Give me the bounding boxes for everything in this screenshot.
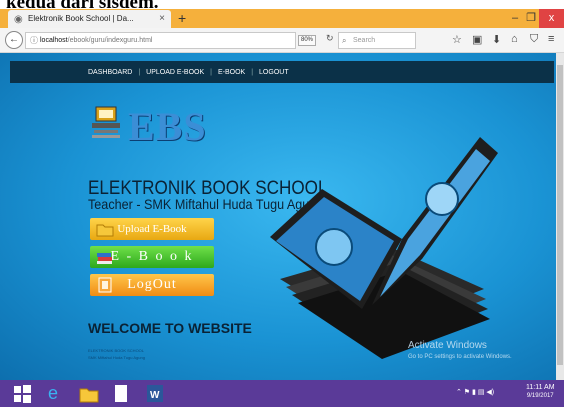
nav-link-dashboard[interactable]: DASHBOARD: [88, 69, 132, 76]
logout-icon: [98, 277, 112, 293]
back-button[interactable]: ←: [5, 31, 23, 49]
home-icon[interactable]: ⌂: [511, 33, 518, 45]
word-icon[interactable]: W: [144, 383, 166, 404]
star-icon[interactable]: ☆: [452, 33, 462, 46]
laptop-logo-icon: [92, 106, 120, 138]
clipboard-icon[interactable]: ▣: [472, 33, 482, 46]
search-input[interactable]: ⌕ Search: [338, 32, 416, 49]
explorer-icon[interactable]: [78, 383, 100, 404]
ebook-label: E - B o o k: [110, 249, 194, 264]
clock-date: 9/19/2017: [526, 393, 554, 399]
reload-icon[interactable]: ↻: [326, 33, 334, 44]
nav-separator: |: [210, 68, 212, 76]
footnote-line-1: ELEKTRONIK BOOK SCHOOL: [88, 348, 145, 353]
tab-title: Elektronik Book School | Da...: [28, 14, 134, 23]
menu-icon[interactable]: ≡: [548, 33, 554, 45]
info-icon[interactable]: ⓘ: [30, 33, 38, 48]
download-icon[interactable]: ⬇: [492, 33, 501, 46]
nav-link-logout[interactable]: LOGOUT: [259, 69, 289, 76]
pocket-icon[interactable]: ⛉: [530, 33, 538, 46]
page-content: DASHBOARD | UPLOAD E-BOOK | E-BOOK | LOGOUT EB…: [0, 53, 556, 380]
url-text: localhost/ebook/guru/indexguru.html: [40, 37, 153, 44]
nav-separator: |: [138, 68, 141, 76]
activate-windows-watermark: Activate Windows Go to PC settings to ac…: [408, 340, 512, 360]
new-tab-button[interactable]: +: [178, 10, 186, 26]
ebook-tablet-illustration: [270, 137, 498, 359]
windows-taskbar: e W ⌃ ⚑ ▮ ▤ ◀) 11:11 AM 9/19/2017: [0, 380, 564, 407]
watermark-line-1: Activate Windows: [408, 340, 487, 351]
upload-ebook-label: Upload E-Book: [117, 223, 187, 235]
site-logo-text: EBS: [128, 104, 207, 149]
system-tray[interactable]: ⌃ ⚑ ▮ ▤ ◀): [456, 388, 494, 396]
search-icon: ⌕: [342, 36, 347, 45]
tab-close-button[interactable]: ×: [159, 13, 165, 24]
window-close-button[interactable]: x: [539, 9, 564, 28]
books-icon: [97, 253, 112, 264]
window-maximize-button[interactable]: ❐: [523, 9, 539, 28]
taskbar-clock[interactable]: 11:11 AM 9/19/2017: [526, 384, 555, 399]
welcome-heading: WELCOME TO WEBSITE: [88, 320, 252, 336]
nav-link-e-book[interactable]: E-BOOK: [218, 69, 245, 76]
svg-text:W: W: [150, 390, 160, 401]
zoom-indicator[interactable]: 80%: [298, 35, 317, 46]
nav-separator: |: [251, 68, 254, 76]
windows-icon[interactable]: [12, 383, 32, 404]
page-scrollbar[interactable]: [556, 53, 564, 380]
ie-icon[interactable]: e: [48, 383, 70, 404]
footnote-line-2: SMK Miftahul Huda Tugu Agung: [88, 355, 145, 360]
firefox-icon: ◉: [14, 14, 23, 25]
upload-ebook-button[interactable]: Upload E-Book: [90, 218, 214, 240]
logout-label: LogOut: [127, 277, 177, 292]
file-icon[interactable]: [112, 383, 130, 404]
nav-link-upload-e-book[interactable]: UPLOAD E-BOOK: [146, 69, 204, 76]
logout-button[interactable]: LogOut: [90, 274, 214, 296]
browser-navbar: ← ⓘ localhost/ebook/guru/indexguru.html …: [0, 28, 564, 53]
folder-icon: [96, 224, 114, 237]
search-placeholder: Search: [353, 37, 376, 44]
clock-time: 11:11 AM: [526, 384, 555, 391]
scrollbar-thumb[interactable]: [557, 65, 563, 365]
browser-tab[interactable]: ◉ Elektronik Book School | Da... ×: [8, 10, 171, 28]
site-navbar: DASHBOARD | UPLOAD E-BOOK | E-BOOK | LOGOUT: [10, 61, 554, 83]
watermark-line-2: Go to PC settings to activate Windows.: [408, 354, 512, 360]
ebook-button[interactable]: E - B o o k: [90, 246, 214, 268]
window-minimize-button[interactable]: –: [507, 9, 523, 28]
url-bar[interactable]: ⓘ localhost/ebook/guru/indexguru.html: [25, 32, 296, 49]
